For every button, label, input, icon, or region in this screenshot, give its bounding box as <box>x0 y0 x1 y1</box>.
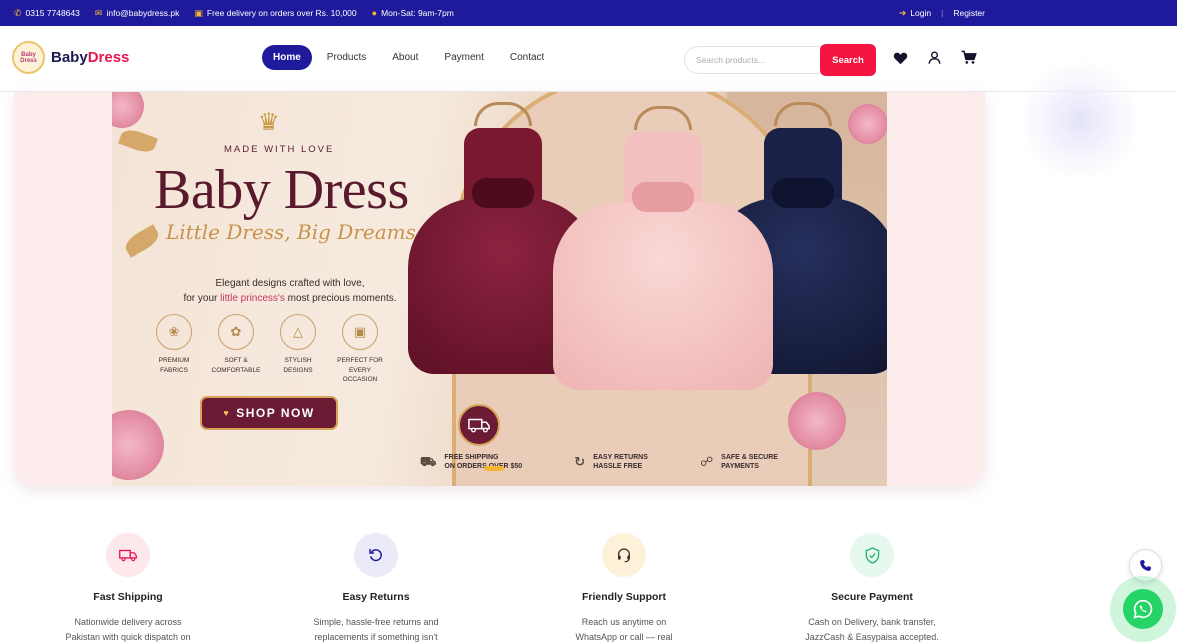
banner-tagline: Little Dress, Big Dreams <box>166 220 416 244</box>
site-logo[interactable]: Baby Dress BabyDress <box>12 41 129 74</box>
benefit-easy-returns: ↻ EASY RETURNS HASSLE FREE <box>574 453 648 471</box>
decorative-glow <box>1020 60 1140 180</box>
heart-icon[interactable] <box>892 49 909 66</box>
login-link[interactable]: ➜ Login <box>899 8 931 19</box>
user-icon[interactable] <box>926 49 943 66</box>
shop-now-button[interactable]: ♥ SHOP NOW <box>200 396 338 430</box>
search-input[interactable] <box>684 46 822 74</box>
crown-icon: ♛ <box>258 109 280 136</box>
feature-fast-shipping: Fast Shipping Nationwide delivery across… <box>4 533 252 642</box>
feature-title: Friendly Support <box>582 591 666 603</box>
leaf-decoration <box>121 224 163 258</box>
banner-features: ❀ PREMIUM FABRICS ✿ SOFT & COMFORTABLE △… <box>148 314 386 385</box>
top-bar-phone[interactable]: ✆ 0315 7748643 <box>14 8 80 19</box>
heart-icon: ♥ <box>223 408 231 418</box>
logo-text-second: Dress <box>87 49 130 66</box>
banner-benefits-strip: ⛟ FREE SHIPPINGON ORDERS OVER $50 ↻ EASY… <box>394 444 804 480</box>
feature-title: Fast Shipping <box>93 591 163 603</box>
logo-badge: Baby Dress <box>12 41 45 74</box>
flower-decoration <box>112 92 144 128</box>
hero-section: ♛ MADE WITH LOVE Baby Dress Little Dress… <box>14 92 985 486</box>
nav-products[interactable]: Products <box>316 45 377 70</box>
pink-dress <box>553 106 773 396</box>
hero-banner-image[interactable]: ♛ MADE WITH LOVE Baby Dress Little Dress… <box>112 92 887 486</box>
mail-icon: ✉ <box>94 7 103 18</box>
banner-feature: ▣ PERFECT FOR EVERY OCCASION <box>334 314 386 385</box>
nav-about[interactable]: About <box>381 45 429 70</box>
flower-decoration <box>112 410 164 480</box>
nav-payment[interactable]: Payment <box>433 45 494 70</box>
feature-description: Nationwide delivery across Pakistan with… <box>65 617 191 642</box>
delivery-text: Free delivery on orders over Rs. 10,000 <box>206 8 357 18</box>
feature-secure-payment: Secure Payment Cash on Delivery, bank tr… <box>748 533 996 642</box>
top-bar: ✆ 0315 7748643 ✉ info@babydress.pk ▣ Fre… <box>0 0 1177 26</box>
phone-icon <box>1140 560 1151 571</box>
email-text: info@babydress.pk <box>106 8 180 18</box>
banner-feature: △ STYLISH DESIGNS <box>272 314 324 385</box>
phone-text: 0315 7748643 <box>25 8 80 18</box>
banner-feature: ✿ SOFT & COMFORTABLE <box>210 314 262 385</box>
logo-text-first: Baby <box>51 49 88 66</box>
top-bar-hours: ● Mon-Sat: 9am-7pm <box>372 8 454 18</box>
nav-contact[interactable]: Contact <box>499 45 555 70</box>
banner-description: Elegant designs crafted with love, for y… <box>170 276 410 306</box>
return-icon <box>354 533 398 577</box>
feature-description: Reach us anytime on WhatsApp or call — r… <box>575 617 673 642</box>
gift-box-icon: ▣ <box>342 314 378 350</box>
search-bar: Search <box>684 44 876 76</box>
lock-icon: ☍ <box>699 454 714 470</box>
truck-icon <box>106 533 150 577</box>
header-icons <box>892 49 977 66</box>
phone-icon: ✆ <box>14 7 22 18</box>
banner-title: Baby Dress <box>154 159 409 221</box>
top-bar-email[interactable]: ✉ info@babydress.pk <box>95 8 179 19</box>
dress-icon: △ <box>280 314 316 350</box>
search-button[interactable]: Search <box>820 44 876 76</box>
whatsapp-icon <box>1133 599 1153 619</box>
truck-icon: ⛟ <box>420 454 437 470</box>
logo-text: BabyDress <box>51 49 129 66</box>
feature-easy-returns: Easy Returns Simple, hassle-free returns… <box>252 533 500 642</box>
account-separator: | <box>941 8 944 18</box>
feature-title: Secure Payment <box>831 591 913 603</box>
clock-icon: ● <box>371 8 378 18</box>
shield-check-icon <box>850 533 894 577</box>
feature-title: Easy Returns <box>342 591 410 603</box>
top-bar-contacts: ✆ 0315 7748643 ✉ info@babydress.pk ▣ Fre… <box>14 8 454 19</box>
login-icon: ➜ <box>898 7 907 18</box>
main-nav: Home Products About Payment Contact <box>262 45 555 70</box>
fabric-icon: ❀ <box>156 314 192 350</box>
feature-description: Simple, hassle-free returns and replacem… <box>313 617 439 642</box>
shop-now-label: SHOP NOW <box>236 406 315 420</box>
benefit-free-shipping: ⛟ FREE SHIPPINGON ORDERS OVER $50 <box>420 453 523 471</box>
cart-icon[interactable] <box>960 49 977 66</box>
hours-text: Mon-Sat: 9am-7pm <box>381 8 454 18</box>
whatsapp-button[interactable] <box>1123 589 1163 629</box>
features-section: Fast Shipping Nationwide delivery across… <box>0 533 1000 642</box>
leaf-decoration <box>118 126 158 156</box>
feather-icon: ✿ <box>218 314 254 350</box>
flower-decoration <box>788 392 846 450</box>
headset-icon <box>602 533 646 577</box>
banner-desc-line2: for your little princess's most precious… <box>183 293 397 304</box>
return-icon: ↻ <box>574 454 586 470</box>
gift-icon: ▣ <box>194 7 203 18</box>
truck-icon <box>458 404 500 446</box>
register-link[interactable]: Register <box>953 8 985 18</box>
feature-friendly-support: Friendly Support Reach us anytime on Wha… <box>500 533 748 642</box>
banner-desc-line1: Elegant designs crafted with love, <box>215 278 365 289</box>
top-bar-delivery: ▣ Free delivery on orders over Rs. 10,00… <box>194 8 356 19</box>
banner-feature: ❀ PREMIUM FABRICS <box>148 314 200 385</box>
carousel-indicator[interactable] <box>484 466 504 471</box>
top-bar-account: ➜ Login | Register <box>899 8 1163 19</box>
site-header: Baby Dress BabyDress Home Products About… <box>0 26 1177 92</box>
feature-description: Cash on Delivery, bank transfer, JazzCas… <box>805 617 939 642</box>
nav-home[interactable]: Home <box>262 45 312 70</box>
benefit-secure-payments: ☍ SAFE & SECURE PAYMENTS <box>699 453 778 471</box>
login-text: Login <box>910 8 932 18</box>
banner-made-with-love: MADE WITH LOVE <box>224 144 335 155</box>
